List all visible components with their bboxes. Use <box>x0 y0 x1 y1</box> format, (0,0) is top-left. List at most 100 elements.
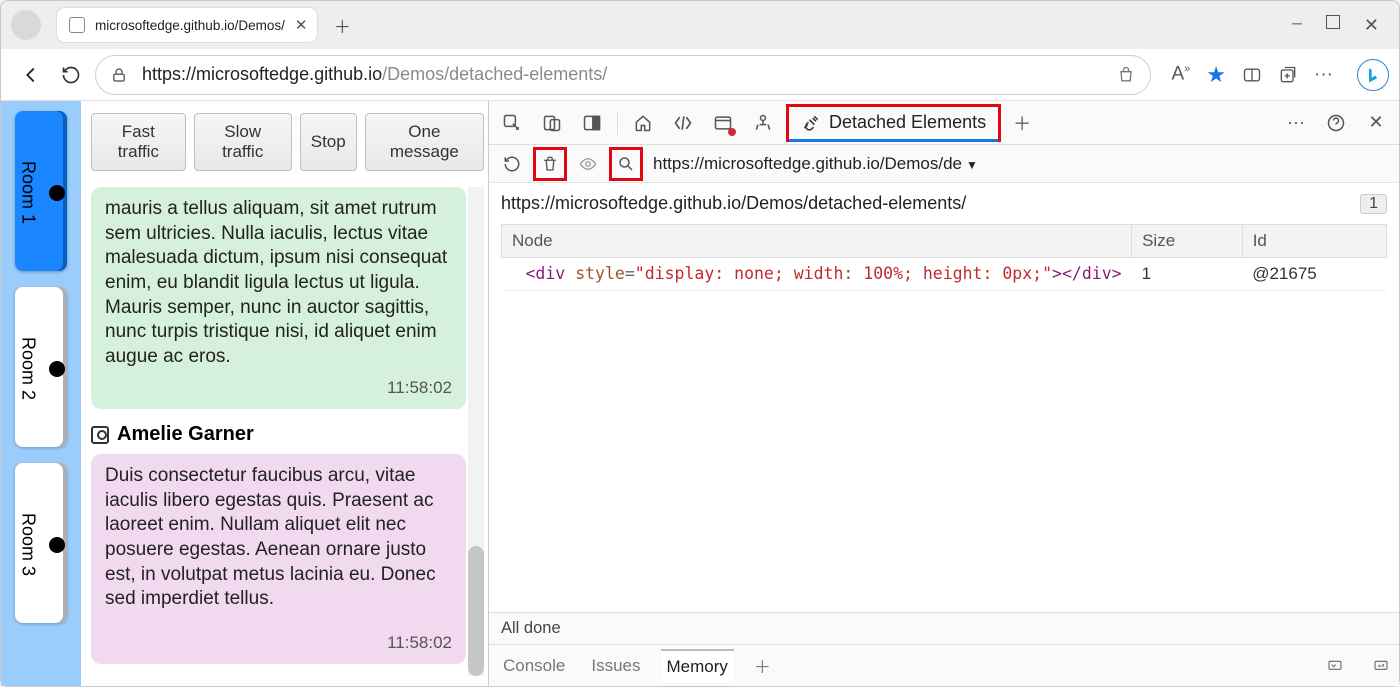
devtools-panel: Detached Elements ＋ ··· ✕ https://micros… <box>489 101 1399 686</box>
application-tab-icon[interactable] <box>704 104 742 142</box>
url-host: https://microsoftedge.github.io <box>142 64 382 85</box>
url-input[interactable]: https://microsoftedge.github.io/Demos/de… <box>95 55 1151 95</box>
fast-traffic-button[interactable]: Fast traffic <box>91 113 186 171</box>
traffic-controls: Fast traffic Slow traffic Stop One messa… <box>91 113 484 171</box>
drawer-add-tab[interactable]: ＋ <box>748 647 777 684</box>
maximize-button[interactable] <box>1326 15 1340 29</box>
col-size[interactable]: Size <box>1132 225 1243 258</box>
welcome-tab-icon[interactable] <box>624 104 662 142</box>
user-icon <box>91 426 109 444</box>
device-emulation-icon[interactable] <box>533 104 571 142</box>
frame-url-selector[interactable]: https://microsoftedge.github.io/Demos/de… <box>653 154 978 174</box>
message-time: 11:58:02 <box>105 632 452 654</box>
drawer-tab-issues[interactable]: Issues <box>585 650 646 682</box>
chevron-down-icon: ▼ <box>966 158 978 172</box>
rooms-sidebar: Room 1 Room 2 Room 3 <box>1 101 81 686</box>
room-label: Room 2 <box>18 337 39 400</box>
collections-icon[interactable] <box>1278 65 1298 85</box>
read-aloud-icon[interactable]: A» <box>1171 63 1190 85</box>
lock-icon <box>110 66 128 84</box>
shopping-icon[interactable] <box>1116 65 1136 85</box>
detached-table: Node Size Id <div style="display: none; … <box>501 224 1387 291</box>
analyze-button[interactable] <box>609 147 643 181</box>
frame-full-url: https://microsoftedge.github.io/Demos/de… <box>501 193 966 214</box>
dock-icon[interactable] <box>573 104 611 142</box>
tab-label: Detached Elements <box>829 112 986 133</box>
address-bar: https://microsoftedge.github.io/Demos/de… <box>1 49 1399 101</box>
menu-icon[interactable]: ··· <box>1314 64 1333 86</box>
dot-icon <box>49 361 65 377</box>
split-screen-icon[interactable] <box>1242 65 1262 85</box>
more-icon[interactable]: ··· <box>1277 104 1315 142</box>
path-row: https://microsoftedge.github.io/Demos/de… <box>501 193 1387 214</box>
url-path: /Demos/detached-elements/ <box>382 64 607 85</box>
message-body: Duis consectetur faucibus arcu, vitae ia… <box>105 464 452 628</box>
page-content: Room 1 Room 2 Room 3 Fast traffic Slow t… <box>1 101 489 686</box>
one-message-button[interactable]: One message <box>365 113 484 171</box>
room-button-3[interactable]: Room 3 <box>15 463 67 623</box>
detached-toolbar: https://microsoftedge.github.io/Demos/de… <box>489 145 1399 183</box>
messages-list[interactable]: mauris a tellus aliquam, sit amet rutrum… <box>91 187 484 676</box>
drawer-tab-memory[interactable]: Memory <box>661 649 734 683</box>
bing-icon[interactable] <box>1357 59 1389 91</box>
elements-tab-icon[interactable] <box>664 104 702 142</box>
detached-elements-body: https://microsoftedge.github.io/Demos/de… <box>489 183 1399 612</box>
drawer-tabs: Console Issues Memory ＋ <box>489 644 1399 686</box>
profile-avatar[interactable] <box>11 10 41 40</box>
chat-panel: Fast traffic Slow traffic Stop One messa… <box>81 101 488 686</box>
message-sender: Amelie Garner <box>91 423 484 446</box>
sources-tab-icon[interactable] <box>744 104 782 142</box>
browser-tab[interactable]: microsoftedge.github.io/Demos/ ✕ <box>57 8 317 42</box>
size-cell: 1 <box>1132 258 1243 291</box>
drawer-dock-icon[interactable] <box>1325 658 1345 674</box>
col-id[interactable]: Id <box>1242 225 1386 258</box>
col-node[interactable]: Node <box>502 225 1132 258</box>
dot-icon <box>49 537 65 553</box>
new-tab-button[interactable]: ＋ <box>325 8 359 42</box>
table-row[interactable]: <div style="display: none; width: 100%; … <box>502 258 1387 291</box>
sender-name: Amelie Garner <box>117 423 254 446</box>
favorite-icon[interactable]: ★ <box>1206 62 1226 88</box>
help-icon[interactable] <box>1317 104 1355 142</box>
refresh-button[interactable] <box>51 55 91 95</box>
message-body: mauris a tellus aliquam, sit amet rutrum… <box>105 197 452 373</box>
address-bar-actions: A» ★ ··· <box>1171 59 1389 91</box>
close-devtools-button[interactable]: ✕ <box>1357 104 1395 142</box>
room-label: Room 3 <box>18 513 39 576</box>
scrollbar[interactable] <box>468 187 484 676</box>
id-cell: @21675 <box>1242 258 1386 291</box>
close-icon[interactable]: ✕ <box>295 16 308 34</box>
room-button-1[interactable]: Room 1 <box>15 111 67 271</box>
back-button[interactable] <box>11 55 51 95</box>
drawer-tab-console[interactable]: Console <box>497 650 571 682</box>
slow-traffic-button[interactable]: Slow traffic <box>194 113 292 171</box>
devtools-tab-bar: Detached Elements ＋ ··· ✕ <box>489 101 1399 145</box>
room-label: Room 1 <box>18 161 39 224</box>
content-area: Room 1 Room 2 Room 3 Fast traffic Slow t… <box>1 101 1399 686</box>
refresh-detached-button[interactable] <box>495 147 529 181</box>
collect-garbage-button[interactable] <box>533 147 567 181</box>
node-cell: <div style="display: none; width: 100%; … <box>502 258 1132 291</box>
detached-elements-tab[interactable]: Detached Elements <box>786 104 1001 142</box>
dot-icon <box>49 185 65 201</box>
message-time: 11:58:02 <box>105 377 452 399</box>
message-item: Duis consectetur faucibus arcu, vitae ia… <box>91 454 466 664</box>
stop-button[interactable]: Stop <box>300 113 357 171</box>
message-item: mauris a tellus aliquam, sit amet rutrum… <box>91 187 466 409</box>
room-button-2[interactable]: Room 2 <box>15 287 67 447</box>
scrollbar-thumb[interactable] <box>468 546 484 676</box>
count-badge: 1 <box>1360 194 1387 214</box>
tab-title: microsoftedge.github.io/Demos/ <box>95 18 285 33</box>
window-controls: ─ ✕ <box>1292 15 1393 36</box>
inspect-icon[interactable] <box>493 104 531 142</box>
window-titlebar: microsoftedge.github.io/Demos/ ✕ ＋ ─ ✕ <box>1 1 1399 49</box>
minimize-button[interactable]: ─ <box>1292 15 1302 36</box>
page-icon <box>69 17 85 33</box>
eye-icon[interactable] <box>571 147 605 181</box>
devtools-drawer: All done Console Issues Memory ＋ <box>489 612 1399 686</box>
close-window-button[interactable]: ✕ <box>1364 15 1379 36</box>
status-text: All done <box>489 613 1399 644</box>
drawer-expand-icon[interactable] <box>1371 658 1391 674</box>
plug-icon <box>801 113 821 133</box>
add-tab-button[interactable]: ＋ <box>1003 104 1041 142</box>
